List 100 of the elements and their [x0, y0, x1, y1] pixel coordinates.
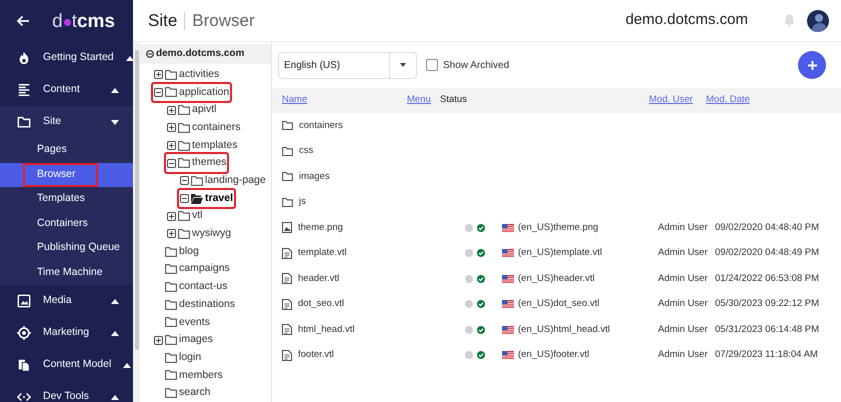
file-name: theme.png	[298, 220, 343, 235]
nav-subitem[interactable]: Time Machine	[23, 260, 117, 285]
expand-icon[interactable]	[167, 141, 176, 150]
check-icon	[477, 351, 485, 360]
add-button[interactable]	[798, 51, 826, 79]
site-name[interactable]: demo.dotcms.com	[625, 9, 748, 32]
nav-item[interactable]: Content Model	[0, 349, 133, 381]
tree-item[interactable]: templates	[165, 138, 240, 154]
tree-item[interactable]: search	[163, 385, 213, 402]
nav-item[interactable]: Media	[0, 285, 133, 317]
mod-user: Admin User	[658, 272, 709, 286]
language-dropdown[interactable]: English (US)	[278, 52, 417, 78]
caret-icon	[111, 298, 119, 304]
tree-item[interactable]: contact-us	[163, 279, 230, 295]
content-title: (en_US)header.vtl	[518, 272, 595, 286]
flag-icon	[502, 224, 514, 232]
collapse-icon[interactable]	[154, 88, 163, 97]
folder-icon	[165, 264, 177, 274]
folder-icon	[165, 282, 177, 292]
column-sort-link[interactable]: Menu	[407, 94, 431, 106]
caret-icon	[123, 362, 132, 368]
tree-item[interactable]: activities	[152, 66, 222, 83]
file-icon	[282, 298, 292, 310]
file-name: header.vtl	[298, 272, 340, 286]
nav-item[interactable]: Site	[0, 106, 133, 138]
image-file-icon	[282, 222, 292, 234]
folder-icon	[165, 370, 177, 380]
table-row[interactable]: dot_seo.vtl (en_US)dot_seo.vtl Admin User 05/30/2023 09:22:12 PM	[272, 292, 841, 317]
caret-icon	[111, 330, 119, 336]
nav-item[interactable]: Marketing	[0, 317, 133, 349]
folder-icon	[178, 228, 190, 239]
table-row[interactable]: images	[272, 164, 841, 190]
folder-icon	[178, 211, 190, 222]
nav-subitem[interactable]: Containers	[23, 212, 102, 236]
expand-icon[interactable]	[167, 229, 176, 238]
folder-icon	[165, 352, 177, 363]
table-row[interactable]: footer.vtl (en_US)footer.vtl Admin User 07/29/2023 11:18:04 AM	[272, 342, 841, 368]
folder-icon	[178, 140, 190, 151]
target-icon	[17, 326, 31, 340]
tree-item[interactable]: travel	[178, 188, 236, 208]
tree-item[interactable]: themes	[165, 153, 228, 174]
table-row[interactable]: template.vtl (en_US)template.vtl Admin User 09/02/2020 04:48:49 PM	[272, 240, 841, 266]
nav-item[interactable]: Dev Tools	[0, 381, 133, 402]
table-row[interactable]: js	[272, 190, 841, 215]
table-row[interactable]: theme.png (en_US)theme.png Admin User 09/02/2020 04:48:40 PM	[272, 215, 841, 240]
expand-icon[interactable]	[154, 336, 163, 345]
expand-icon[interactable]	[167, 106, 176, 115]
flag-icon	[502, 326, 514, 334]
avatar[interactable]	[807, 10, 829, 32]
caret-icon	[400, 63, 406, 67]
column-header: Status	[440, 94, 467, 106]
table-row[interactable]: html_head.vtl (en_US)html_head.vtl Admin User 05/31/2023 06:14:48 PM	[272, 317, 841, 342]
caret-icon	[111, 88, 119, 92]
tree-item[interactable]: destinations	[163, 296, 238, 313]
nav-item[interactable]: Content	[0, 74, 133, 106]
nav-item[interactable]: Getting Started	[0, 42, 133, 74]
tree-item[interactable]: wysiwyg	[165, 226, 234, 242]
table-row[interactable]: header.vtl (en_US)header.vtl Admin User 01/24/2022 06:53:08 PM	[272, 266, 841, 292]
scrollbar[interactable]	[134, 50, 138, 350]
collapse-icon[interactable]	[167, 158, 176, 168]
tree-item[interactable]: images	[152, 332, 215, 348]
page-title: Browser	[192, 10, 255, 32]
back-arrow-icon[interactable]	[16, 15, 30, 27]
expand-icon[interactable]	[167, 212, 176, 221]
collapse-icon[interactable]	[180, 176, 189, 186]
tree-item[interactable]: landing-page	[178, 173, 268, 189]
folder-icon	[178, 105, 190, 116]
breadcrumb-section[interactable]: Site	[148, 8, 178, 34]
flame-icon	[17, 51, 31, 65]
tree-item[interactable]: events	[163, 314, 212, 330]
tree-item[interactable]: members	[163, 368, 225, 384]
column-sort-link[interactable]: Mod. User	[649, 94, 693, 106]
tree-item[interactable]: campaigns	[163, 261, 232, 278]
folder-icon	[165, 335, 177, 346]
nav-subitem[interactable]: Pages	[23, 138, 81, 162]
nav-subitem[interactable]: Templates	[23, 187, 99, 212]
content-title: (en_US)template.vtl	[518, 246, 602, 260]
expand-icon[interactable]	[154, 70, 163, 80]
column-sort-link[interactable]: Mod. Date	[706, 94, 750, 106]
tree-item[interactable]: containers	[165, 120, 242, 136]
file-icon	[282, 248, 292, 259]
tree-item[interactable]: login	[163, 350, 204, 366]
table-row[interactable]: css	[272, 138, 841, 164]
mod-date: 01/24/2022 06:53:08 PM	[715, 272, 820, 286]
mod-date: 09/02/2020 04:48:40 PM	[715, 220, 820, 235]
tree-item[interactable]: blog	[163, 244, 201, 260]
tree-item[interactable]: vtl	[165, 208, 204, 224]
show-archived-checkbox[interactable]: Show Archived	[426, 58, 510, 72]
column-sort-link[interactable]: Name	[282, 94, 308, 106]
tree-item[interactable]: apivtl	[165, 102, 219, 118]
code-icon	[17, 390, 31, 402]
mod-user: Admin User	[658, 297, 709, 312]
check-icon	[477, 224, 485, 232]
folder-icon	[165, 388, 177, 398]
tree-item[interactable]: application	[152, 82, 232, 102]
table-row[interactable]: containers	[272, 113, 841, 138]
collapse-icon[interactable]	[180, 194, 189, 204]
mod-user: Admin User	[658, 220, 709, 235]
nav-subitem[interactable]: Publishing Queue	[23, 236, 134, 260]
expand-icon[interactable]	[167, 123, 176, 132]
